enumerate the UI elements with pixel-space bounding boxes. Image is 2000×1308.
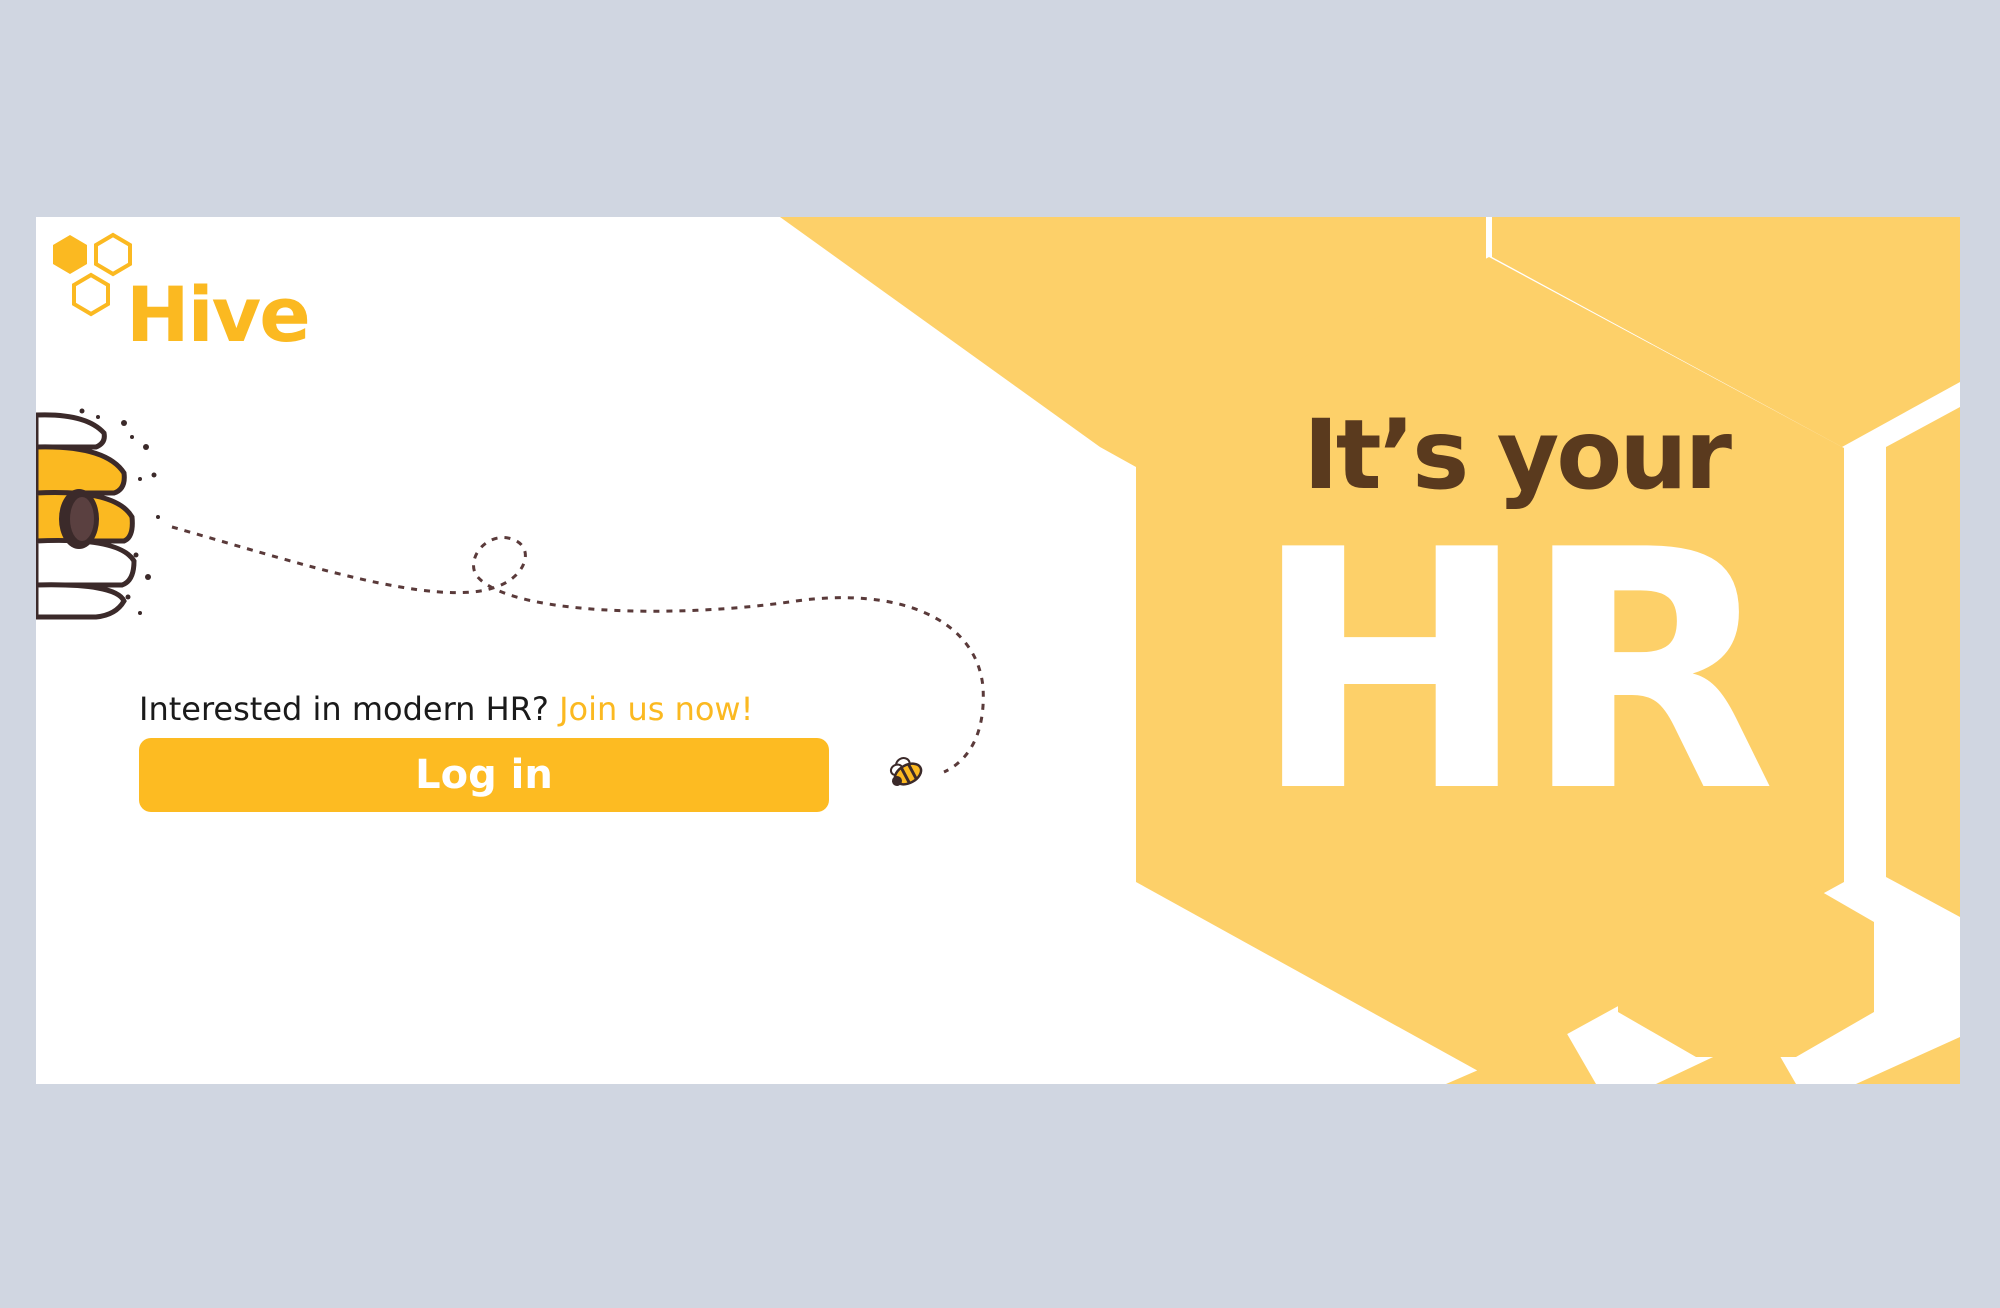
signup-prompt-text: Interested in modern HR? — [139, 690, 549, 728]
landing-card: Hive Interested in modern HR? Join us no… — [36, 217, 1960, 1084]
signup-prompt: Interested in modern HR? Join us now! — [139, 690, 753, 728]
join-us-link[interactable]: Join us now! — [559, 690, 753, 728]
hero-headline-line2: HR — [1251, 480, 1776, 864]
bee-icon — [889, 757, 923, 786]
flight-path — [171, 525, 985, 774]
hive-logo[interactable]: Hive — [50, 231, 350, 361]
login-button[interactable]: Log in — [139, 738, 829, 812]
brand-name: Hive — [126, 270, 311, 359]
beehive-icon — [36, 408, 160, 620]
